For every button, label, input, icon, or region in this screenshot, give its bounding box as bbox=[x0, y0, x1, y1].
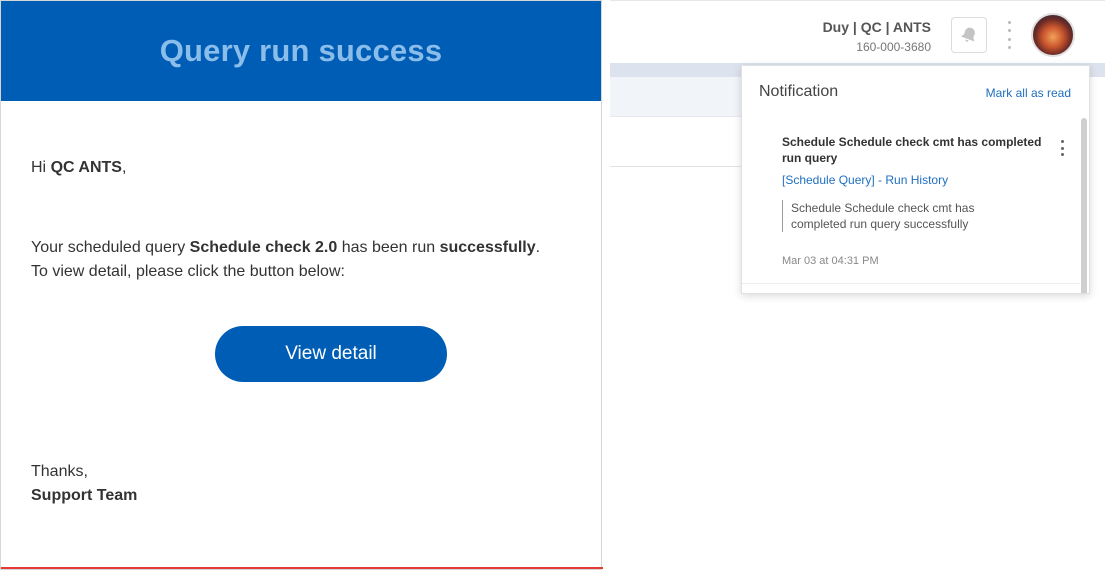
notification-divider bbox=[742, 283, 1080, 284]
message-status: successfully bbox=[439, 239, 536, 256]
notification-item-title: Schedule Schedule check cmt has complete… bbox=[782, 135, 1042, 165]
user-phone: 160-000-3680 bbox=[856, 40, 931, 54]
thanks-text: Thanks, bbox=[31, 463, 88, 480]
email-preview: Query run success Hi QC ANTS, Your sched… bbox=[0, 0, 603, 570]
user-name[interactable]: Duy | QC | ANTS bbox=[823, 19, 931, 35]
instruction-line: To view detail, please click the button … bbox=[31, 263, 345, 280]
notification-title: Notification bbox=[759, 83, 839, 100]
notification-panel: Notification Mark all as read Schedule S… bbox=[741, 65, 1090, 294]
greeting-prefix: Hi bbox=[31, 159, 51, 176]
notification-item[interactable]: Schedule Schedule check cmt has complete… bbox=[742, 118, 1080, 293]
greeting: Hi QC ANTS, bbox=[31, 159, 126, 177]
more-vertical-icon[interactable] bbox=[1004, 21, 1014, 49]
notification-item-link[interactable]: [Schedule Query] - Run History bbox=[782, 173, 948, 187]
view-detail-button[interactable]: View detail bbox=[215, 326, 447, 382]
signature: Support Team bbox=[31, 487, 138, 504]
message-mid: has been run bbox=[337, 239, 440, 256]
bottom-accent-line bbox=[1, 567, 603, 569]
message-prefix: Your scheduled query bbox=[31, 239, 190, 256]
top-bar: Duy | QC | ANTS 160-000-3680 bbox=[610, 0, 1105, 63]
greeting-suffix: , bbox=[121, 159, 127, 176]
greeting-name: QC ANTS bbox=[50, 159, 122, 176]
bell-icon bbox=[961, 27, 975, 42]
notification-item-message: Schedule Schedule check cmt has complete… bbox=[782, 200, 992, 232]
email-title: Query run success bbox=[159, 33, 443, 68]
message-line: Your scheduled query Schedule check 2.0 … bbox=[31, 239, 540, 257]
avatar[interactable] bbox=[1031, 13, 1075, 57]
screen: Query run success Hi QC ANTS, Your sched… bbox=[0, 0, 1105, 570]
email-header: Query run success bbox=[1, 1, 601, 101]
mark-all-read-link[interactable]: Mark all as read bbox=[986, 86, 1071, 100]
background-divider bbox=[610, 166, 750, 167]
item-more-icon[interactable] bbox=[1060, 140, 1064, 156]
background-panel bbox=[610, 77, 750, 117]
message-end: . bbox=[535, 239, 541, 256]
notification-scrollbar[interactable] bbox=[1081, 118, 1087, 293]
notification-button[interactable] bbox=[951, 17, 987, 53]
notification-item-time: Mar 03 at 04:31 PM bbox=[782, 255, 879, 267]
query-name: Schedule check 2.0 bbox=[189, 239, 338, 256]
